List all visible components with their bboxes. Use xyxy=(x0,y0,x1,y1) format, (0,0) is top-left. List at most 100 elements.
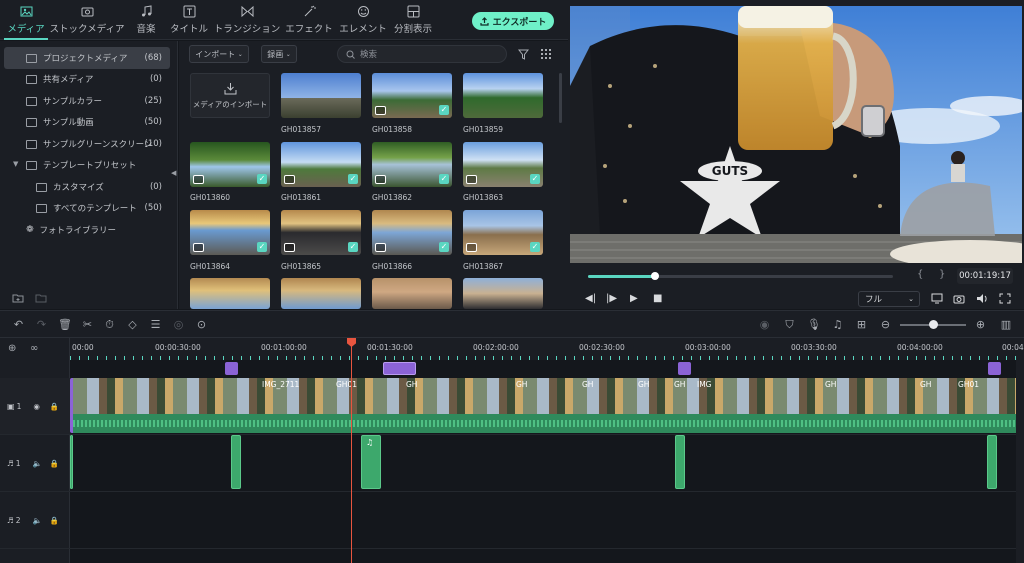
transition-icon xyxy=(241,5,253,18)
audio-mixer-icon[interactable]: ♫ xyxy=(831,318,844,331)
track-layout-icon[interactable]: ▥ xyxy=(997,318,1015,331)
sidebar-item-sample-green-screen[interactable]: サンプルグリーンスクリーン (10) xyxy=(4,133,170,155)
audio-clip[interactable]: ♫ xyxy=(361,435,381,489)
sidebar-item-shared-media[interactable]: 共有メディア (0) xyxy=(4,68,170,90)
collapse-sidebar-icon[interactable]: ◀ xyxy=(171,169,176,177)
snapshot-icon[interactable] xyxy=(953,293,965,304)
import-media-tile[interactable]: メディアのインポート xyxy=(190,73,270,118)
playhead[interactable] xyxy=(351,338,352,563)
zoom-out-icon[interactable]: ⊖ xyxy=(879,318,892,331)
visibility-eye-icon[interactable]: ◉ xyxy=(33,402,40,411)
video-clip-icon xyxy=(466,175,477,184)
add-track-icon[interactable]: ⊕ xyxy=(8,343,16,354)
folder-outline-icon[interactable] xyxy=(35,293,47,303)
audio-clip[interactable] xyxy=(987,435,997,489)
tab-music[interactable]: 音楽 xyxy=(130,0,162,40)
tab-split-screen[interactable]: 分割表示 xyxy=(393,0,433,40)
grid-view-icon[interactable] xyxy=(541,49,552,60)
cut-icon[interactable]: ✂ xyxy=(81,318,94,331)
media-thumbnail[interactable] xyxy=(281,278,361,309)
audio-clip[interactable] xyxy=(70,435,73,489)
sidebar-item-sample-color[interactable]: サンプルカラー (25) xyxy=(4,90,170,112)
timeline-scrollbar[interactable] xyxy=(1016,360,1024,563)
media-thumbnail[interactable]: ✓ xyxy=(372,73,452,118)
redo-icon[interactable]: ↷ xyxy=(35,318,48,331)
media-thumbnail[interactable] xyxy=(463,73,543,118)
tab-element[interactable]: エレメント xyxy=(339,0,387,40)
sidebar-item-photo-library[interactable]: ❁ フォトライブラリー xyxy=(4,219,170,241)
delete-icon[interactable]: 🗑 xyxy=(58,318,72,331)
volume-icon[interactable] xyxy=(976,293,988,304)
video-clip-strip[interactable] xyxy=(70,378,1024,433)
keyframe-icon[interactable]: ◇ xyxy=(126,318,139,331)
timeline-ruler[interactable]: 00:00 00:00:30:00 00:01:00:00 00:01:30:0… xyxy=(70,338,1024,360)
sidebar-item-sample-video[interactable]: サンプル動画 (50) xyxy=(4,111,170,133)
sidebar-item-customize[interactable]: カスタマイズ (0) xyxy=(4,176,170,198)
media-thumbnail[interactable]: ✓ xyxy=(190,210,270,255)
media-thumbnail[interactable]: ✓ xyxy=(281,210,361,255)
quality-dropdown[interactable]: フル ⌄ xyxy=(858,291,920,307)
display-icon[interactable] xyxy=(931,293,943,304)
auto-reframe-icon[interactable]: ⊙ xyxy=(195,318,208,331)
media-thumbnail[interactable] xyxy=(463,278,543,309)
preview-video-frame[interactable]: GUTS xyxy=(570,6,1022,263)
media-thumbnail[interactable] xyxy=(372,278,452,309)
speed-icon[interactable]: ⏱ xyxy=(103,318,116,331)
sidebar-item-template-presets[interactable]: テンプレートプリセット xyxy=(4,154,170,176)
split-view-icon[interactable]: ⊞ xyxy=(855,318,868,331)
export-button[interactable]: エクスポート xyxy=(472,12,554,30)
undo-icon[interactable]: ↶ xyxy=(12,318,25,331)
tab-transition[interactable]: トランジション xyxy=(214,0,280,40)
lock-icon[interactable]: 🔒 xyxy=(50,516,59,525)
lock-icon[interactable]: 🔒 xyxy=(50,459,59,468)
speaker-icon[interactable]: 🔈 xyxy=(33,516,42,525)
filter-icon[interactable] xyxy=(518,49,529,60)
play-icon[interactable]: ▶ xyxy=(630,293,638,304)
link-icon[interactable]: ∞ xyxy=(30,343,38,354)
mark-in-icon[interactable]: { xyxy=(917,269,923,280)
speaker-icon[interactable]: 🔈 xyxy=(33,459,42,468)
media-thumbnail[interactable]: ✓ xyxy=(190,142,270,187)
search-input[interactable]: 検索 xyxy=(337,45,507,63)
media-thumbnail[interactable]: ✓ xyxy=(372,210,452,255)
tab-title[interactable]: タイトル xyxy=(170,0,208,40)
lock-icon[interactable]: 🔒 xyxy=(50,402,59,411)
timeline-marker[interactable] xyxy=(678,362,691,375)
media-thumbnail[interactable]: ✓ xyxy=(463,210,543,255)
microphone-icon[interactable]: 🎙 xyxy=(807,318,821,331)
media-scrollbar[interactable] xyxy=(559,73,562,123)
tab-media[interactable]: メディア xyxy=(4,0,48,40)
timeline-marker[interactable] xyxy=(225,362,238,375)
media-thumbnail[interactable] xyxy=(190,278,270,309)
timeline-marker[interactable] xyxy=(988,362,1001,375)
previous-frame-icon[interactable]: ◀| xyxy=(585,293,596,304)
new-folder-icon[interactable] xyxy=(12,293,24,303)
preview-scrubber[interactable] xyxy=(588,272,893,280)
media-thumbnail[interactable]: ✓ xyxy=(372,142,452,187)
zoom-slider-handle[interactable] xyxy=(929,320,938,329)
folder-icon xyxy=(26,74,37,84)
audio-clip[interactable] xyxy=(231,435,241,489)
next-frame-icon[interactable]: |▶ xyxy=(606,293,617,304)
color-icon[interactable]: ◎ xyxy=(172,318,185,331)
audio-clip[interactable] xyxy=(675,435,685,489)
media-thumbnail[interactable] xyxy=(281,73,361,118)
timeline-marker[interactable] xyxy=(383,362,416,375)
mask-shield-icon[interactable]: ⛉ xyxy=(783,318,796,331)
zoom-in-icon[interactable]: ⊕ xyxy=(974,318,987,331)
tab-stock-media[interactable]: ストックメディア xyxy=(50,0,124,40)
media-thumbnail[interactable]: ✓ xyxy=(463,142,543,187)
media-thumbnail[interactable]: ✓ xyxy=(281,142,361,187)
adjust-icon[interactable]: ☰ xyxy=(149,318,162,331)
scrubber-handle[interactable] xyxy=(651,272,660,280)
record-dropdown[interactable]: 録画 ⌄ xyxy=(261,45,297,63)
mark-out-icon[interactable]: } xyxy=(939,269,945,280)
stop-icon[interactable]: ■ xyxy=(653,293,662,304)
fullscreen-icon[interactable] xyxy=(999,293,1011,304)
sidebar-item-project-media[interactable]: プロジェクトメディア (68) xyxy=(4,47,170,69)
import-dropdown[interactable]: インポート ⌄ xyxy=(189,45,249,63)
sidebar-item-all-templates[interactable]: すべてのテンプレート (50) xyxy=(4,197,170,219)
tab-effect[interactable]: エフェクト xyxy=(285,0,333,40)
render-icon[interactable]: ◉ xyxy=(758,318,771,331)
chevron-down-icon: ⌄ xyxy=(285,50,291,58)
